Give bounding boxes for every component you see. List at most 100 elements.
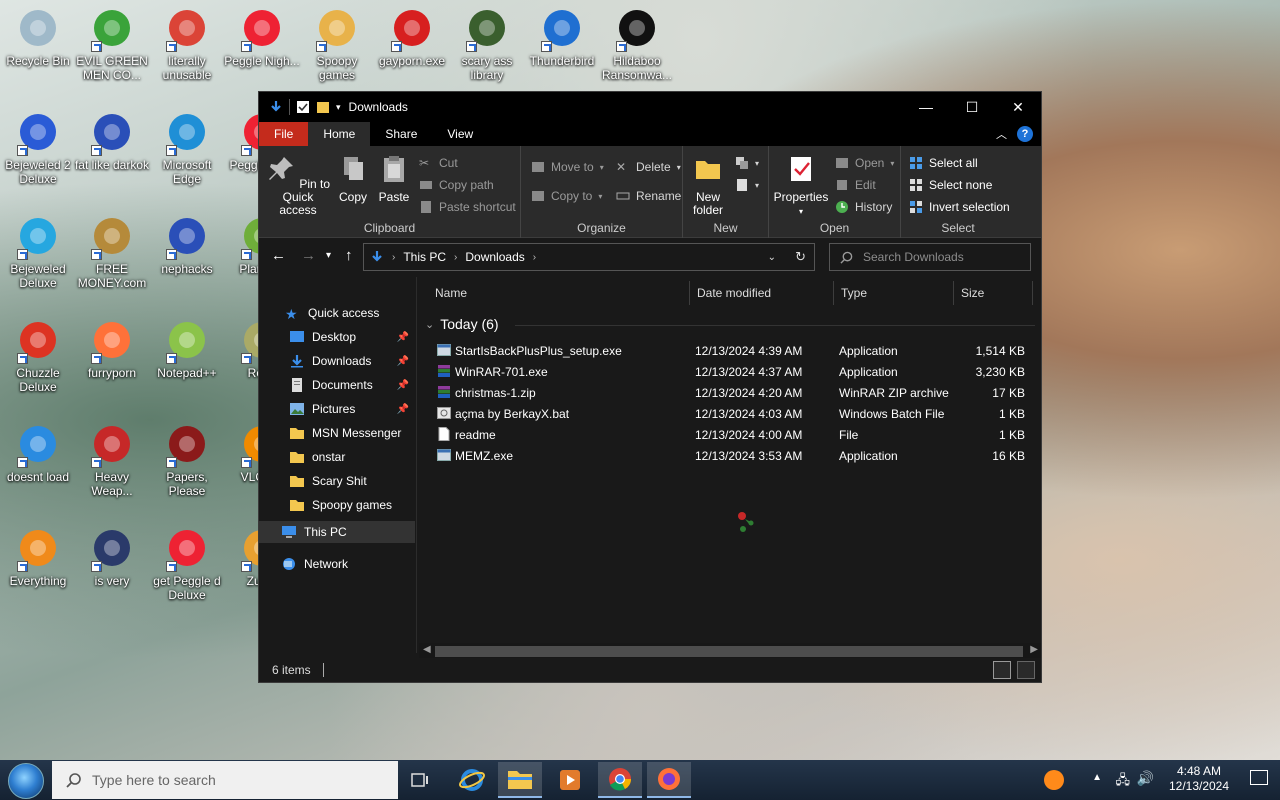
desktop-icon-thunder[interactable]: Thunderbird bbox=[524, 6, 600, 68]
pin-icon[interactable]: 📌 bbox=[397, 356, 409, 367]
clock[interactable]: 4:48 AM 12/13/2024 bbox=[1164, 764, 1234, 794]
desktop-icon-nephacks[interactable]: nephacks bbox=[149, 214, 225, 276]
cut-button[interactable]: ✂ Cut bbox=[419, 156, 458, 170]
file-explorer-taskbar-icon[interactable] bbox=[498, 762, 542, 798]
group-header-today[interactable]: ⌄ Today (6) bbox=[425, 316, 1035, 332]
minimize-button[interactable]: — bbox=[903, 92, 949, 122]
task-view-icon[interactable] bbox=[398, 762, 442, 798]
help-icon[interactable]: ? bbox=[1017, 126, 1033, 142]
pin-icon[interactable]: 📌 bbox=[397, 380, 409, 391]
internet-explorer-icon[interactable] bbox=[450, 762, 494, 798]
nav-item-downloads[interactable]: Downloads 📌 bbox=[259, 350, 415, 372]
desktop-icon-chuzzle[interactable]: Chuzzle Deluxe bbox=[0, 318, 76, 394]
tab-file[interactable]: File bbox=[259, 122, 309, 146]
column-separator[interactable] bbox=[1032, 281, 1033, 305]
desktop-icon-doesnt[interactable]: doesnt load bbox=[0, 422, 76, 484]
table-row[interactable]: açma by BerkayX.bat 12/13/2024 4:03 AM Win… bbox=[419, 403, 1031, 424]
copy-to-button[interactable]: Copy to ▾ bbox=[531, 189, 602, 203]
paste-shortcut-button[interactable]: Paste shortcut bbox=[419, 200, 516, 214]
table-row[interactable]: WinRAR-701.exe 12/13/2024 4:37 AM Applicat… bbox=[419, 361, 1031, 382]
back-arrow-icon[interactable]: ← bbox=[271, 247, 286, 264]
collapse-ribbon-icon[interactable]: ︿ bbox=[996, 126, 1007, 142]
taskbar-search[interactable]: Type here to search bbox=[52, 761, 398, 799]
table-row[interactable]: MEMZ.exe 12/13/2024 3:53 AM Application 16 … bbox=[419, 445, 1031, 466]
nav-item-onstar[interactable]: onstar bbox=[259, 446, 415, 468]
new-folder-button[interactable]: New folder bbox=[687, 154, 729, 217]
invert-selection-button[interactable]: Invert selection bbox=[909, 200, 1010, 214]
down-arrow-icon[interactable] bbox=[269, 100, 283, 114]
nav-item-spoopy-games[interactable]: Spoopy games bbox=[259, 494, 415, 516]
table-row[interactable]: readme 12/13/2024 4:00 AM File 1 KB bbox=[419, 424, 1031, 445]
new-item-button[interactable]: ▾ bbox=[735, 156, 759, 170]
edit-button[interactable]: Edit bbox=[835, 178, 876, 192]
column-header-date[interactable]: Date modified bbox=[689, 281, 771, 305]
column-header-size[interactable]: Size bbox=[953, 281, 984, 305]
easy-access-button[interactable]: ▾ bbox=[735, 178, 759, 192]
chrome-taskbar-icon[interactable] bbox=[598, 762, 642, 798]
desktop-icon-recycle[interactable]: Recycle Bin bbox=[0, 6, 76, 68]
notifications-icon[interactable] bbox=[1250, 770, 1268, 785]
network-tray-icon[interactable]: 🖧 bbox=[1116, 771, 1131, 793]
nav-item-this-pc[interactable]: This PC bbox=[259, 521, 415, 543]
scroll-left-icon[interactable]: ◀ bbox=[423, 644, 431, 655]
quick-access-dropdown-icon[interactable]: ▾ bbox=[336, 102, 341, 113]
pin-icon[interactable]: 📌 bbox=[397, 332, 409, 343]
desktop-icon-getpeggle[interactable]: get Peggle d Deluxe bbox=[149, 526, 225, 602]
desktop-icon-edge[interactable]: Microsoft Edge bbox=[149, 110, 225, 186]
nav-item-desktop[interactable]: Desktop 📌 bbox=[259, 326, 415, 348]
firefox-taskbar-icon[interactable] bbox=[647, 762, 691, 798]
rename-button[interactable]: Rename bbox=[616, 189, 681, 203]
desktop-icon-furryporn[interactable]: furryporn bbox=[74, 318, 150, 380]
open-button[interactable]: Open ▾ bbox=[835, 156, 894, 170]
history-button[interactable]: History bbox=[835, 200, 892, 214]
desktop-icon-scary[interactable]: scary ass library bbox=[449, 6, 525, 82]
desktop-icon-spoopy1[interactable]: Spoopy games bbox=[299, 6, 375, 82]
start-button[interactable] bbox=[8, 763, 44, 799]
title-bar[interactable]: ▾ Downloads — ☐ ✕ bbox=[259, 92, 1041, 122]
large-icons-view-button[interactable] bbox=[1017, 661, 1035, 679]
media-player-icon[interactable] bbox=[548, 762, 592, 798]
maximize-button[interactable]: ☐ bbox=[949, 92, 995, 122]
column-header-name[interactable]: Name bbox=[427, 281, 467, 305]
desktop-icon-bejeweled2[interactable]: Bejeweled 2 Deluxe bbox=[0, 110, 76, 186]
table-row[interactable]: christmas-1.zip 12/13/2024 4:20 AM WinRAR … bbox=[419, 382, 1031, 403]
nav-item-scary-shit[interactable]: Scary Shit bbox=[259, 470, 415, 492]
volume-icon[interactable]: 🔊 bbox=[1137, 770, 1154, 787]
pin-icon[interactable]: 📌 bbox=[397, 404, 409, 415]
nav-item-network[interactable]: Network bbox=[259, 553, 415, 575]
new-folder-icon[interactable] bbox=[316, 100, 330, 114]
recent-locations-icon[interactable]: ▾ bbox=[326, 250, 331, 261]
scrollbar-thumb[interactable] bbox=[435, 646, 1023, 657]
desktop-icon-peggle1[interactable]: Peggle Nigh... bbox=[224, 6, 300, 68]
desktop-icon-notepad[interactable]: Notepad++ bbox=[149, 318, 225, 380]
desktop-icon-freemoney[interactable]: FREE MONEY.com bbox=[74, 214, 150, 290]
desktop-icon-hildaboo[interactable]: Hildaboo Ransomwa... bbox=[599, 6, 675, 82]
select-none-button[interactable]: Select none bbox=[909, 178, 992, 192]
nav-item-pictures[interactable]: Pictures 📌 bbox=[259, 398, 415, 420]
address-bar[interactable]: › This PC › Downloads › ⌄ ↻ bbox=[363, 243, 815, 271]
desktop-icon-papers[interactable]: Papers, Please bbox=[149, 422, 225, 498]
desktop-icon-everything[interactable]: Everything bbox=[0, 526, 76, 588]
desktop-icon-isvery[interactable]: is very bbox=[74, 526, 150, 588]
copy-path-button[interactable]: Copy path bbox=[419, 178, 494, 192]
desktop-icon-evilgreen[interactable]: EVIL GREEN MEN CO... bbox=[74, 6, 150, 82]
refresh-icon[interactable]: ↻ bbox=[795, 249, 806, 265]
nav-item-documents[interactable]: Documents 📌 bbox=[259, 374, 415, 396]
delete-button[interactable]: ✕ Delete ▾ bbox=[616, 160, 681, 174]
forward-arrow-icon[interactable]: → bbox=[301, 247, 316, 264]
tab-share[interactable]: Share bbox=[370, 122, 432, 146]
table-row[interactable]: StartIsBackPlusPlus_setup.exe 12/13/2024 … bbox=[419, 340, 1031, 361]
column-header-type[interactable]: Type bbox=[833, 281, 867, 305]
collapse-chevron-icon[interactable]: ⌄ bbox=[425, 318, 434, 331]
desktop-icon-chrome1[interactable]: literally unusable bbox=[149, 6, 225, 82]
breadcrumb-this-pc[interactable]: This PC bbox=[403, 250, 446, 264]
paste-button[interactable]: Paste bbox=[375, 154, 413, 204]
tray-overflow-icon[interactable]: ▲ bbox=[1092, 772, 1102, 783]
desktop-icon-fatlike[interactable]: fat like darkok bbox=[74, 110, 150, 172]
address-dropdown-icon[interactable]: ⌄ bbox=[768, 252, 776, 263]
tray-orange-icon[interactable] bbox=[1044, 770, 1064, 790]
nav-item-quick-access[interactable]: ★ Quick access bbox=[259, 302, 415, 324]
desktop-icon-heavy[interactable]: Heavy Weap... bbox=[74, 422, 150, 498]
select-all-button[interactable]: Select all bbox=[909, 156, 978, 170]
tab-home[interactable]: Home bbox=[308, 122, 371, 146]
